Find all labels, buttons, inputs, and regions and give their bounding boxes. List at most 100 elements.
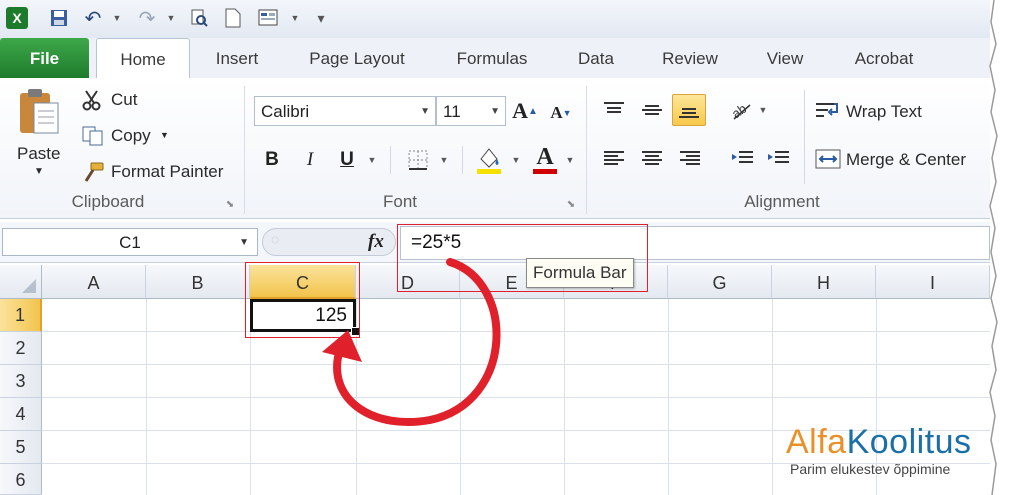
paste-button[interactable]: Paste — [17, 144, 60, 164]
font-name-combo[interactable]: Calibri ▼ — [254, 96, 436, 126]
font-name-value: Calibri — [261, 102, 310, 121]
underline-button[interactable]: U — [334, 146, 360, 174]
shrink-font-glyph: A — [550, 103, 563, 122]
bold-button[interactable]: B — [260, 146, 284, 174]
ribbon: Paste ▼ Cut Copy ▼ Format Painter Clipbo… — [0, 78, 990, 219]
middle-align-icon[interactable] — [638, 96, 666, 124]
borders-dropdown-icon[interactable]: ▼ — [436, 146, 452, 174]
grow-font-glyph: A — [512, 98, 528, 123]
font-dialog-launcher-icon[interactable]: ⬊ — [565, 198, 577, 210]
bottom-align-icon[interactable] — [672, 94, 706, 126]
group-divider — [244, 86, 245, 214]
wrap-text-icon[interactable] — [814, 98, 842, 124]
font-divider — [390, 146, 391, 174]
gridline — [772, 299, 773, 495]
copy-dropdown-icon[interactable]: ▼ — [160, 130, 169, 140]
column-header-a[interactable]: A — [42, 265, 146, 299]
row-header-4[interactable]: 4 — [0, 398, 42, 431]
fill-color-icon[interactable] — [474, 144, 504, 176]
name-box-dropdown-icon[interactable]: ▼ — [239, 229, 249, 256]
merge-center-button[interactable]: Merge & Center — [846, 150, 966, 170]
format-painter-button[interactable]: Format Painter — [111, 162, 223, 182]
column-header-i[interactable]: I — [876, 265, 990, 299]
column-header-b[interactable]: B — [146, 265, 250, 299]
paste-dropdown-icon[interactable]: ▼ — [34, 166, 44, 177]
borders-icon[interactable] — [404, 146, 432, 174]
font-color-dropdown-icon[interactable]: ▼ — [562, 146, 578, 174]
cut-icon[interactable] — [80, 88, 104, 112]
quick-access-toolbar: X ↶ ▼ ↷ ▼ ▼ ▾ — [0, 0, 990, 39]
tab-home[interactable]: Home — [96, 38, 190, 80]
orientation-icon[interactable]: ab — [728, 96, 756, 124]
align-center-icon[interactable] — [638, 144, 666, 172]
group-divider — [586, 86, 587, 214]
undo-icon[interactable]: ↶ — [82, 7, 104, 30]
row-header-2[interactable]: 2 — [0, 332, 42, 365]
orientation-dropdown-icon[interactable]: ▼ — [756, 96, 770, 124]
decrease-indent-icon[interactable] — [728, 144, 756, 172]
tab-insert[interactable]: Insert — [202, 38, 272, 78]
tab-data[interactable]: Data — [566, 38, 626, 78]
brand-tagline: Parim elukestev õppimine — [790, 461, 951, 477]
top-align-icon[interactable] — [600, 96, 628, 124]
row-header-6[interactable]: 6 — [0, 464, 42, 495]
tab-formulas[interactable]: Formulas — [442, 38, 542, 78]
merge-center-icon[interactable] — [814, 146, 842, 172]
font-color-swatch — [533, 168, 557, 174]
copy-button[interactable]: Copy — [111, 126, 151, 146]
undo-dropdown-icon[interactable]: ▼ — [106, 7, 128, 29]
format-painter-icon[interactable] — [80, 160, 106, 184]
redo-icon[interactable]: ↷ — [136, 7, 158, 30]
align-right-icon[interactable] — [676, 144, 704, 172]
align-left-icon[interactable] — [600, 144, 628, 172]
form-icon[interactable] — [258, 7, 280, 29]
increase-indent-icon[interactable] — [764, 144, 792, 172]
alignment-group-label: Alignment — [744, 192, 820, 211]
customize-quick-access-icon[interactable]: ▾ — [310, 7, 332, 29]
row-header-3[interactable]: 3 — [0, 365, 42, 398]
tab-review[interactable]: Review — [652, 38, 728, 78]
shrink-font-icon[interactable]: A ▼ — [548, 100, 574, 126]
form-dropdown-icon[interactable]: ▼ — [284, 7, 306, 29]
tab-view[interactable]: View — [754, 38, 816, 78]
row-header-5[interactable]: 5 — [0, 431, 42, 464]
save-icon[interactable] — [48, 7, 70, 29]
paste-icon[interactable] — [14, 86, 64, 138]
new-document-icon[interactable] — [222, 7, 244, 29]
svg-text:ab: ab — [730, 101, 749, 121]
wrap-text-button[interactable]: Wrap Text — [846, 102, 922, 122]
clipboard-dialog-launcher-icon[interactable]: ⬊ — [224, 198, 236, 210]
font-size-combo[interactable]: 11 ▼ — [436, 96, 506, 126]
gridline — [668, 299, 669, 495]
print-preview-icon[interactable] — [188, 7, 210, 29]
font-color-icon[interactable]: A — [530, 142, 560, 176]
annotation-arrow-icon — [322, 258, 501, 426]
italic-button[interactable]: I — [298, 146, 322, 174]
underline-dropdown-icon[interactable]: ▼ — [364, 146, 380, 174]
clipboard-group-label: Clipboard — [71, 192, 145, 211]
font-name-dropdown-icon[interactable]: ▼ — [420, 97, 430, 127]
row-header-1[interactable]: 1 — [0, 299, 42, 332]
copy-icon[interactable] — [80, 124, 106, 148]
tab-file[interactable]: File — [0, 38, 89, 78]
select-all-corner[interactable] — [0, 265, 42, 299]
tab-acrobat[interactable]: Acrobat — [842, 38, 926, 78]
font-divider — [462, 146, 463, 174]
brand-name-part2: Koolitus — [846, 423, 972, 461]
grow-font-icon[interactable]: A ▲ — [512, 96, 538, 126]
fill-color-dropdown-icon[interactable]: ▼ — [508, 146, 524, 174]
column-header-h[interactable]: H — [772, 265, 876, 299]
tab-page-layout[interactable]: Page Layout — [298, 38, 416, 78]
name-box[interactable]: C1 ▼ — [2, 228, 258, 256]
brand-name-part1: Alfa — [786, 423, 847, 461]
ribbon-tab-row: File Home Insert Page Layout Formulas Da… — [0, 38, 990, 80]
gridline — [564, 299, 565, 495]
brand-watermark: AlfaKoolitus — [786, 424, 972, 460]
column-header-g[interactable]: G — [668, 265, 772, 299]
cut-button[interactable]: Cut — [111, 90, 137, 110]
redo-dropdown-icon[interactable]: ▼ — [160, 7, 182, 29]
font-color-glyph: A — [536, 143, 554, 170]
font-size-dropdown-icon[interactable]: ▼ — [490, 97, 500, 127]
resize-handle-icon[interactable]: ◌ — [271, 231, 279, 247]
torn-paper-edge — [988, 0, 1011, 495]
